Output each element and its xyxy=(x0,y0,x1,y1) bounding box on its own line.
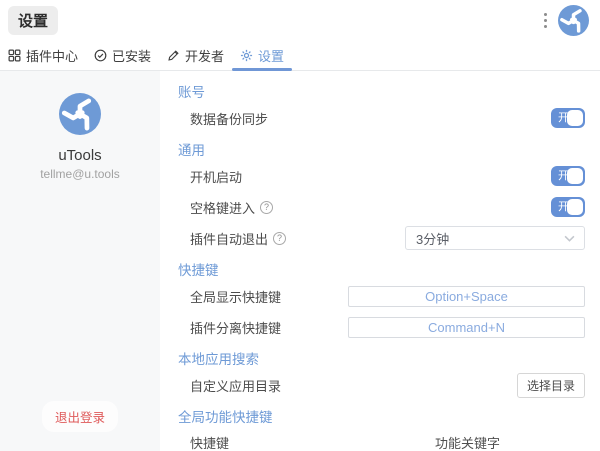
tab-label: 设置 xyxy=(258,46,284,65)
section-general: 通用 xyxy=(178,144,585,158)
space-enter-toggle[interactable]: 开 xyxy=(551,197,585,217)
plugin-detach-label: 插件分离快捷键 xyxy=(190,318,281,337)
plugin-detach-hotkey-input[interactable] xyxy=(348,317,585,338)
auto-exit-select[interactable]: 3分钟 xyxy=(405,226,585,250)
data-sync-label: 数据备份同步 xyxy=(190,109,268,128)
tab-label: 已安装 xyxy=(112,46,151,65)
row-plugin-detach-hotkey: 插件分离快捷键 xyxy=(190,317,585,337)
row-autostart: 开机启动 开 xyxy=(190,166,585,186)
tab-settings[interactable]: 设置 xyxy=(232,40,292,70)
toggle-knob xyxy=(567,110,583,126)
user-email: tellme@u.tools xyxy=(0,167,160,181)
section-global-feature: 全局功能快捷键 xyxy=(178,411,585,425)
autostart-label: 开机启动 xyxy=(190,167,242,186)
tab-bar: 插件中心 已安装 开发者 设置 xyxy=(0,40,600,71)
data-sync-toggle[interactable]: 开 xyxy=(551,108,585,128)
row-global-show-hotkey: 全局显示快捷键 xyxy=(190,286,585,306)
section-hotkeys: 快捷键 xyxy=(178,264,585,278)
column-hotkey: 快捷键 xyxy=(190,433,435,451)
tab-label: 开发者 xyxy=(185,46,224,65)
auto-exit-label: 插件自动退出 ? xyxy=(190,229,286,248)
autostart-toggle[interactable]: 开 xyxy=(551,166,585,186)
column-keyword: 功能关键字 xyxy=(435,433,500,451)
section-account: 账号 xyxy=(178,86,585,100)
global-show-label: 全局显示快捷键 xyxy=(190,287,281,306)
gear-icon xyxy=(240,49,253,62)
settings-panel: 账号 数据备份同步 开 通用 开机启动 开 空格键进入 ? 开 xyxy=(160,71,600,451)
chevron-down-icon xyxy=(564,235,575,242)
toggle-knob xyxy=(567,168,583,184)
feature-hotkey-table-header: 快捷键 功能关键字 xyxy=(190,433,585,451)
choose-directory-button[interactable]: 选择目录 xyxy=(517,373,585,398)
row-space-enter: 空格键进入 ? 开 xyxy=(190,197,585,217)
tab-plugin-center[interactable]: 插件中心 xyxy=(8,40,86,70)
row-data-sync: 数据备份同步 开 xyxy=(190,108,585,128)
kebab-menu-icon[interactable] xyxy=(542,9,549,32)
utools-avatar xyxy=(59,93,101,135)
custom-dir-label: 自定义应用目录 xyxy=(190,376,281,395)
question-circle-icon[interactable]: ? xyxy=(273,232,286,245)
global-show-hotkey-input[interactable] xyxy=(348,286,585,307)
user-name: uTools xyxy=(0,147,160,164)
account-sidebar: uTools tellme@u.tools 退出登录 xyxy=(0,71,160,451)
logout-button[interactable]: 退出登录 xyxy=(42,401,118,432)
tab-developer[interactable]: 开发者 xyxy=(159,40,232,70)
grid-icon xyxy=(8,49,21,62)
tab-installed[interactable]: 已安装 xyxy=(86,40,159,70)
toggle-knob xyxy=(567,199,583,215)
question-circle-icon[interactable]: ? xyxy=(260,201,273,214)
space-enter-label: 空格键进入 ? xyxy=(190,198,273,217)
row-auto-exit: 插件自动退出 ? 3分钟 xyxy=(190,228,585,248)
utools-logo xyxy=(558,5,589,36)
row-custom-dir: 自定义应用目录 选择目录 xyxy=(190,375,585,395)
tab-label: 插件中心 xyxy=(26,46,78,65)
pen-icon xyxy=(167,49,180,62)
check-circle-icon xyxy=(94,49,107,62)
window-header: 设置 xyxy=(0,0,600,40)
page-title: 设置 xyxy=(8,6,58,35)
section-local-search: 本地应用搜索 xyxy=(178,353,585,367)
